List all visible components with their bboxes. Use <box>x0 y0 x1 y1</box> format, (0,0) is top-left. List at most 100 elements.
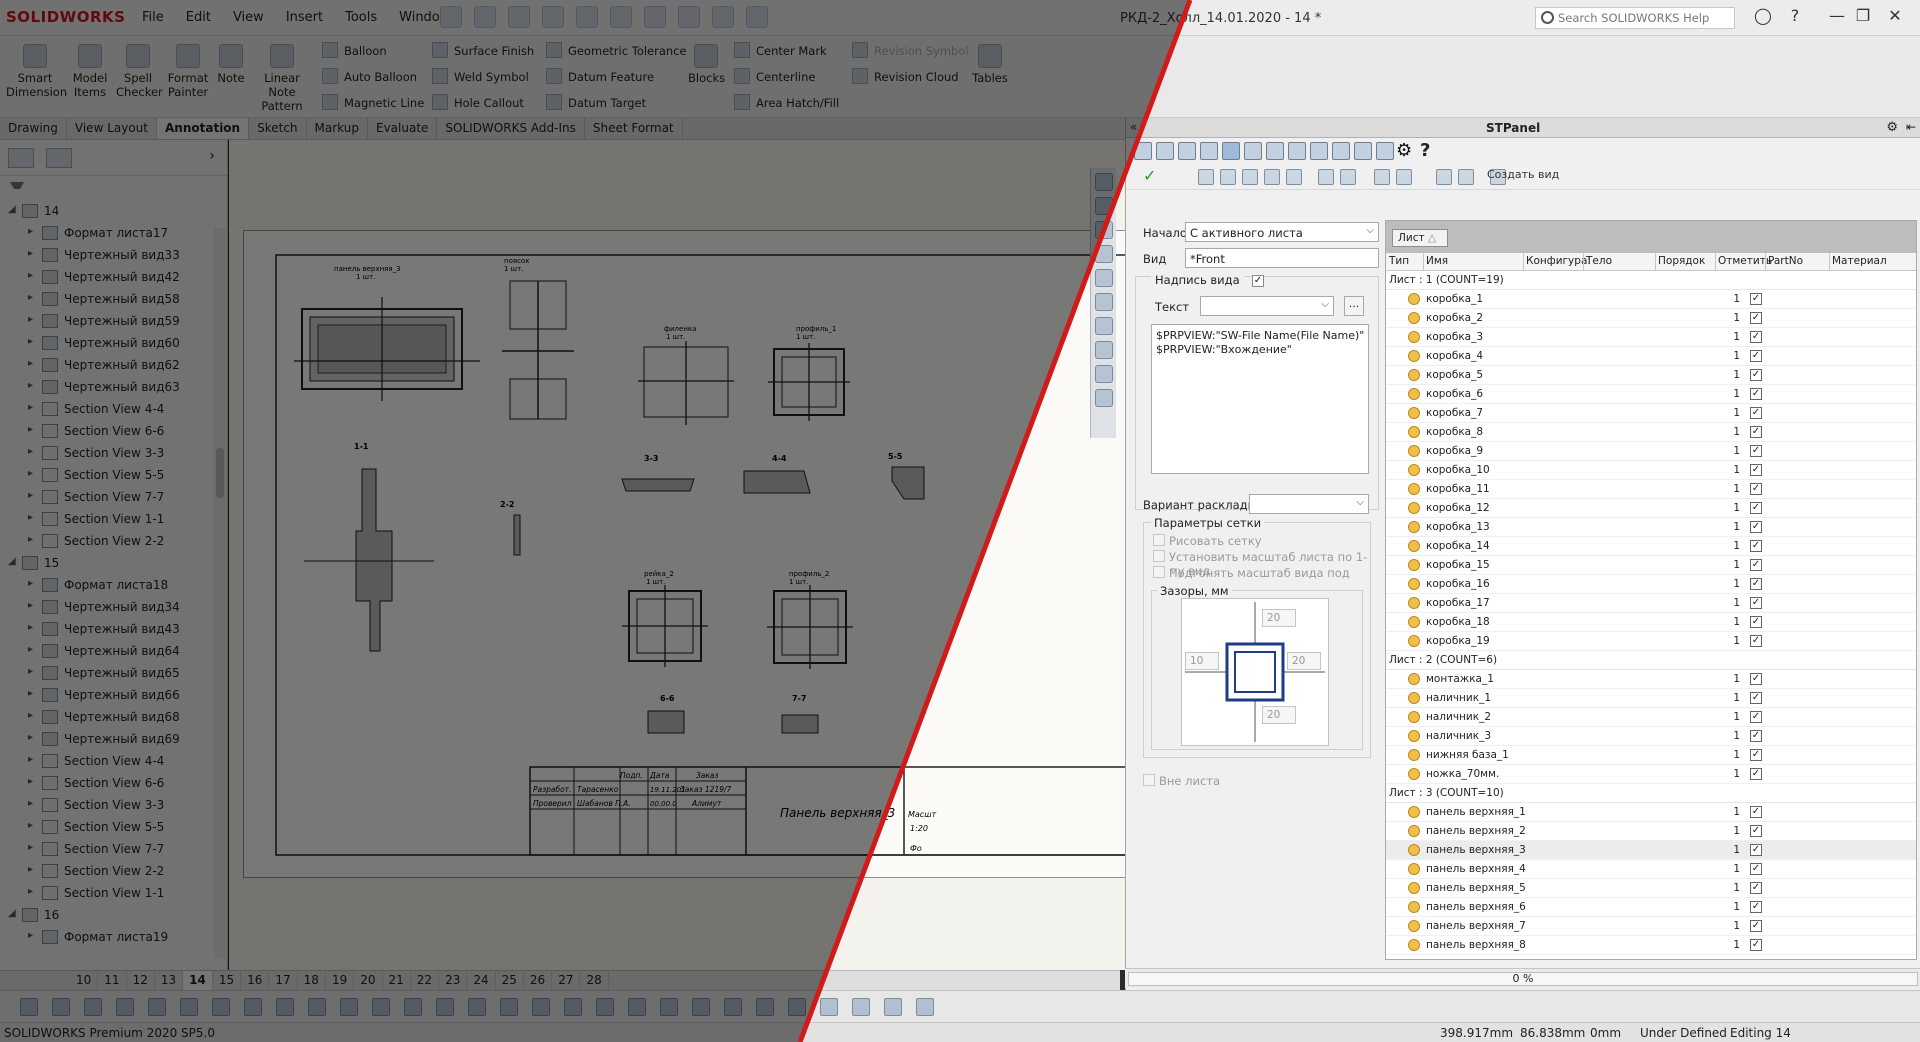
find-icon[interactable] <box>1374 169 1390 185</box>
pin-icon[interactable]: ⇤ <box>1906 120 1916 134</box>
tree-item[interactable]: ▸ Section View 2-2 <box>0 860 227 882</box>
column-header[interactable]: Тело <box>1586 255 1612 267</box>
circle-icon[interactable] <box>308 998 326 1016</box>
row-mark-checkbox[interactable]: ✓ <box>1750 559 1762 571</box>
expand-arrow-icon[interactable]: ▸ <box>28 446 33 457</box>
expand-arrow-icon[interactable]: ▸ <box>28 732 33 743</box>
table-row[interactable]: коробка_14 1 ✓ <box>1386 537 1916 556</box>
expand-arrow-icon[interactable]: ▸ <box>28 512 33 523</box>
row-order[interactable]: 1 <box>1726 597 1740 609</box>
expand-arrow-icon[interactable]: ▸ <box>28 710 33 721</box>
row-order[interactable]: 1 <box>1726 825 1740 837</box>
chamfer-icon[interactable] <box>500 998 518 1016</box>
solidworks-forum-icon[interactable] <box>1095 365 1113 383</box>
table-row[interactable]: коробка_10 1 ✓ <box>1386 461 1916 480</box>
expand-arrow-icon[interactable]: ▸ <box>28 842 33 853</box>
table-row[interactable]: коробка_13 1 ✓ <box>1386 518 1916 537</box>
expand-arrow-icon[interactable]: ▸ <box>28 468 33 479</box>
sheet-tab-10[interactable]: 10 <box>70 971 99 990</box>
table-row[interactable]: панель верхняя_6 1 ✓ <box>1386 898 1916 917</box>
column-separator[interactable] <box>1523 253 1524 271</box>
centerline-button[interactable]: Centerline <box>734 68 815 84</box>
row-mark-checkbox[interactable]: ✓ <box>1750 426 1762 438</box>
row-order[interactable]: 1 <box>1726 730 1740 742</box>
caption-checkbox[interactable]: ✓ <box>1252 275 1264 287</box>
tree-item[interactable]: ◢ 16 <box>0 904 227 926</box>
expand-arrow-icon[interactable]: ▸ <box>28 600 33 611</box>
table-row[interactable]: коробка_7 1 ✓ <box>1386 404 1916 423</box>
table-row[interactable]: коробка_6 1 ✓ <box>1386 385 1916 404</box>
tree-item[interactable]: ▸ Section View 3-3 <box>0 442 227 464</box>
tree-item[interactable]: ▸ Чертежный вид60 <box>0 332 227 354</box>
delete-icon[interactable] <box>1318 169 1334 185</box>
row-mark-checkbox[interactable]: ✓ <box>1750 692 1762 704</box>
model-items-button[interactable]: Model Items <box>70 44 110 99</box>
expand-arrow-icon[interactable]: ▸ <box>28 270 33 281</box>
rebuild-icon[interactable] <box>678 6 700 28</box>
expand-arrow-icon[interactable]: ▸ <box>28 644 33 655</box>
expand-arrow-icon[interactable]: ▸ <box>28 798 33 809</box>
tree-item[interactable]: ▸ Чертежный вид68 <box>0 706 227 728</box>
row-mark-checkbox[interactable]: ✓ <box>1750 445 1762 457</box>
row-mark-checkbox[interactable]: ✓ <box>1750 483 1762 495</box>
group-row[interactable]: Лист : 2 (COUNT=6) <box>1386 651 1916 670</box>
split-view-icon[interactable] <box>1244 142 1262 160</box>
row-mark-checkbox[interactable]: ✓ <box>1750 844 1762 856</box>
expand-arrow-icon[interactable]: ▸ <box>28 820 33 831</box>
restore-button[interactable]: ❐ <box>1850 6 1876 28</box>
text-browse-button[interactable]: ... <box>1344 296 1364 316</box>
tab-view-layout[interactable]: View Layout <box>67 118 157 139</box>
row-order[interactable]: 1 <box>1726 540 1740 552</box>
fit-scale-checkbox[interactable] <box>1153 550 1165 562</box>
new-document-icon[interactable] <box>474 6 496 28</box>
column-header[interactable]: Отметить <box>1718 255 1772 267</box>
format-painter-button[interactable]: Format Painter <box>166 44 210 99</box>
column-header[interactable]: Тип <box>1389 255 1409 267</box>
drawing-sheet[interactable]: панель верхняя_3 1 шт. поясок 1 шт. филе… <box>243 230 1133 878</box>
save-icon[interactable] <box>542 6 564 28</box>
fillet-icon[interactable] <box>468 998 486 1016</box>
table-row[interactable]: ножка_70мм. 1 ✓ <box>1386 765 1916 784</box>
magnetic-line-button[interactable]: Magnetic Line <box>322 94 424 110</box>
appearances-icon[interactable] <box>1095 245 1113 263</box>
filter-edges-icon[interactable] <box>52 998 70 1016</box>
expand-arrow-icon[interactable]: ▸ <box>28 578 33 589</box>
fit-view-checkbox[interactable] <box>1153 566 1165 578</box>
linear-note-pattern-button[interactable]: Linear Note Pattern <box>252 44 312 113</box>
row-mark-checkbox[interactable]: ✓ <box>1750 901 1762 913</box>
table-row[interactable]: коробка_12 1 ✓ <box>1386 499 1916 518</box>
expand-arrow-icon[interactable]: ▸ <box>28 358 33 369</box>
row-order[interactable]: 1 <box>1726 692 1740 704</box>
arc-icon[interactable] <box>276 998 294 1016</box>
sheet-tab-23[interactable]: 23 <box>439 971 468 990</box>
row-mark-checkbox[interactable]: ✓ <box>1750 635 1762 647</box>
table-row[interactable]: коробка_8 1 ✓ <box>1386 423 1916 442</box>
collapse-arrow-icon[interactable]: ◢ <box>8 908 16 919</box>
datum-target-button[interactable]: Datum Target <box>546 94 646 110</box>
table-row[interactable]: панель верхняя_1 1 ✓ <box>1386 803 1916 822</box>
expand-arrow-icon[interactable]: ▸ <box>28 754 33 765</box>
user-icon[interactable]: ◯ <box>1750 6 1776 28</box>
columns-icon[interactable] <box>1376 142 1394 160</box>
row-mark-checkbox[interactable]: ✓ <box>1750 673 1762 685</box>
file-properties-icon[interactable] <box>712 6 734 28</box>
row-order[interactable]: 1 <box>1726 749 1740 761</box>
undo-icon[interactable] <box>610 6 632 28</box>
sheet-tab-18[interactable]: 18 <box>298 971 326 990</box>
weld-symbol-button[interactable]: Weld Symbol <box>432 68 529 84</box>
sheet-tab-19[interactable]: 19 <box>326 971 355 990</box>
filter-vertices-icon[interactable] <box>84 998 102 1016</box>
row-order[interactable]: 1 <box>1726 863 1740 875</box>
column-header[interactable]: Порядок <box>1658 255 1705 267</box>
menu-item-edit[interactable]: Edit <box>186 10 211 25</box>
table-icon[interactable] <box>820 998 838 1016</box>
tree-item[interactable]: ▸ Section View 1-1 <box>0 508 227 530</box>
table-row[interactable]: нижняя база_1 1 ✓ <box>1386 746 1916 765</box>
table-row[interactable]: коробка_16 1 ✓ <box>1386 575 1916 594</box>
row-mark-checkbox[interactable]: ✓ <box>1750 350 1762 362</box>
caption-text-area[interactable]: $PRPVIEW:"SW-File Name(File Name)" $PRPV… <box>1151 324 1369 474</box>
view-input[interactable]: *Front <box>1185 248 1379 268</box>
row-order[interactable]: 1 <box>1726 388 1740 400</box>
table-row[interactable]: панель верхняя_8 1 ✓ <box>1386 936 1916 955</box>
spell-checker-button[interactable]: Spell Checker <box>116 44 163 99</box>
